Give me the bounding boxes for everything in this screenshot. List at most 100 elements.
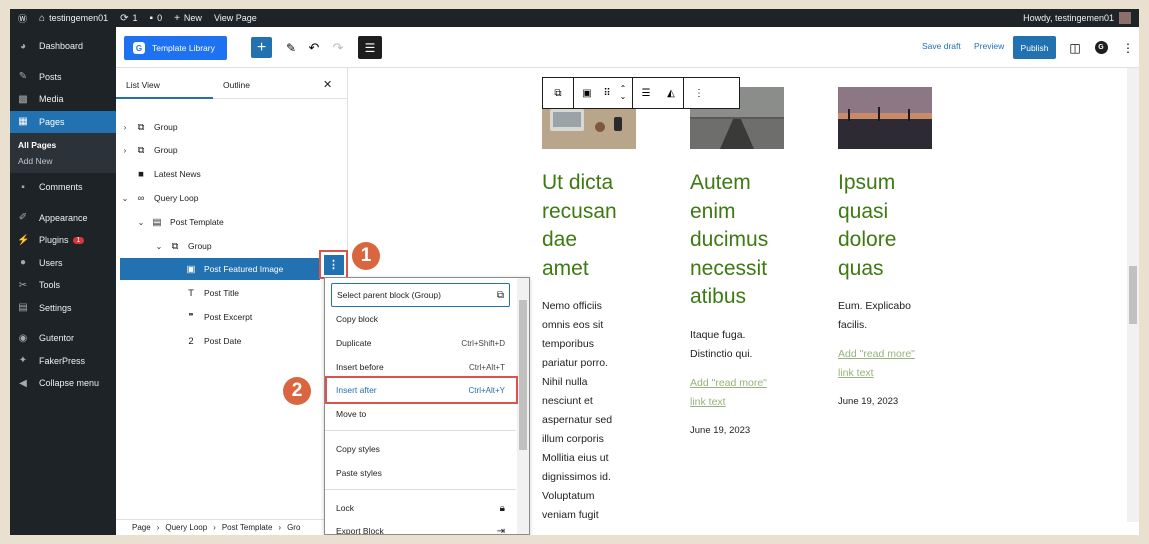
- copy-styles-menu-item[interactable]: Copy styles: [331, 439, 510, 459]
- site-name-link[interactable]: ⌂ testingemen01: [39, 13, 108, 24]
- breadcrumb-item[interactable]: Gro: [287, 523, 300, 532]
- new-content-link[interactable]: + New: [174, 13, 202, 24]
- view-page-link[interactable]: View Page: [214, 13, 257, 23]
- collapse-menu-button[interactable]: ◀ Collapse menu: [10, 372, 116, 395]
- sidebar-item-fakerpress[interactable]: ✦ FakerPress: [10, 350, 116, 373]
- chevron-right-icon[interactable]: ›: [120, 123, 130, 132]
- post-excerpt[interactable]: Nemo officiis omnis eos sit temporibus p…: [542, 297, 636, 525]
- sidebar-item-pages[interactable]: ▦ Pages: [10, 110, 116, 133]
- account-menu[interactable]: Howdy, testingemen01: [1023, 12, 1131, 24]
- insert-before-menu-item[interactable]: Insert before Ctrl+Alt+T: [331, 357, 510, 377]
- post-excerpt[interactable]: Itaque fuga. Distinctio qui.: [690, 326, 784, 364]
- canvas-scrollbar[interactable]: [1127, 68, 1139, 522]
- sidebar-item-plugins[interactable]: ⚡ Plugins 1: [10, 229, 116, 252]
- tree-row-post-featured-image[interactable]: ▣ Post Featured Image: [120, 258, 320, 280]
- tree-row-group-3[interactable]: ⌄ ⧉ Group: [120, 235, 348, 257]
- tree-row-post-template[interactable]: ⌄ ▤ Post Template: [120, 211, 348, 233]
- scrollbar-thumb[interactable]: [1129, 266, 1137, 324]
- menu-scrollbar[interactable]: [517, 278, 529, 534]
- block-options-button[interactable]: ⋮: [684, 78, 714, 108]
- select-parent-button[interactable]: ⧉: [543, 78, 573, 108]
- overlay-button[interactable]: ◭: [659, 78, 683, 108]
- chevron-down-icon[interactable]: ⌄: [120, 194, 130, 203]
- list-view-toggle-button[interactable]: ☰: [358, 36, 382, 59]
- editor-toolbar: G Template Library + ✎ ↶ ↷ ☰ Save draft P…: [116, 27, 1139, 68]
- redo-button[interactable]: ↷: [329, 37, 347, 58]
- scrollbar-thumb[interactable]: [519, 300, 527, 450]
- undo-button[interactable]: ↶: [305, 37, 323, 58]
- settings-sidebar-button[interactable]: ◫: [1066, 37, 1084, 58]
- chevron-down-icon[interactable]: ⌄: [136, 218, 146, 227]
- breadcrumb-item[interactable]: Page: [132, 523, 151, 532]
- plus-icon: +: [174, 12, 180, 24]
- read-more-link[interactable]: Add "read more" link text: [690, 374, 784, 412]
- tree-row-post-excerpt[interactable]: ❞ Post Excerpt: [120, 306, 348, 328]
- post-title[interactable]: Autem enim ducimus necessit atibus: [690, 169, 784, 312]
- updates-link[interactable]: ⟳ 1: [120, 13, 137, 24]
- sidebar-item-posts[interactable]: ✎ Posts: [10, 66, 116, 89]
- drag-handle[interactable]: ⠿: [600, 78, 614, 108]
- block-type-button[interactable]: ▣: [574, 78, 600, 108]
- paste-styles-menu-item[interactable]: Paste styles: [331, 463, 510, 483]
- breadcrumb-item[interactable]: Post Template: [222, 523, 273, 532]
- comments-link[interactable]: ▪ 0: [150, 13, 163, 24]
- lock-menu-item[interactable]: Lock 🔒︎: [331, 498, 510, 518]
- chevron-right-icon[interactable]: ›: [120, 146, 130, 155]
- more-vertical-icon[interactable]: ⋮: [323, 254, 344, 275]
- sidebar-item-media[interactable]: ▩ Media: [10, 88, 116, 111]
- preview-button[interactable]: Preview: [974, 41, 1004, 51]
- tree-row-post-date[interactable]: 2 Post Date: [120, 330, 348, 352]
- chevron-down-icon[interactable]: ⌄: [154, 242, 164, 251]
- post-date[interactable]: June 19, 2023: [690, 425, 784, 436]
- options-button[interactable]: ⋮: [1120, 37, 1136, 58]
- template-library-button[interactable]: G Template Library: [124, 36, 227, 60]
- add-block-button[interactable]: +: [251, 37, 272, 58]
- close-icon[interactable]: ✕: [323, 78, 332, 91]
- submenu-all-pages[interactable]: All Pages: [10, 137, 116, 153]
- post-card-2: Autem enim ducimus necessit atibus Itaqu…: [690, 87, 784, 436]
- wordpress-logo-icon[interactable]: Ⓦ: [18, 12, 27, 25]
- submenu-add-new[interactable]: Add New: [10, 153, 116, 169]
- sidebar-item-comments[interactable]: ▪ Comments: [10, 176, 116, 199]
- post-featured-image[interactable]: [838, 87, 932, 149]
- tree-row-query-loop[interactable]: ⌄ ∞ Query Loop: [120, 187, 348, 209]
- select-parent-menu-item[interactable]: Select parent block (Group) ⧉: [331, 283, 510, 307]
- read-more-link[interactable]: Add "read more" link text: [838, 345, 932, 383]
- chevron-down-icon[interactable]: ⌄: [620, 93, 627, 101]
- layout-icon: ▤: [152, 216, 162, 228]
- duplicate-menu-item[interactable]: Duplicate Ctrl+Shift+D: [331, 333, 510, 353]
- copy-block-menu-item[interactable]: Copy block: [331, 309, 510, 329]
- sidebar-item-dashboard[interactable]: ◕ Dashboard: [10, 35, 116, 58]
- post-date[interactable]: June 19, 2023: [838, 396, 932, 407]
- contrast-icon: ◭: [667, 87, 675, 99]
- tools-button[interactable]: ✎: [282, 37, 300, 58]
- export-block-menu-item[interactable]: Export Block ⇥: [331, 521, 510, 535]
- gutentor-logo-icon: G: [133, 42, 145, 54]
- sidebar-item-tools[interactable]: ✂ Tools: [10, 274, 116, 297]
- tree-row-group-2[interactable]: › ⧉ Group: [120, 139, 348, 161]
- sidebar-item-appearance[interactable]: ✐ Appearance: [10, 207, 116, 230]
- chevron-right-icon: ›: [156, 523, 160, 532]
- post-title[interactable]: Ut dicta recusan dae amet: [542, 169, 636, 283]
- move-buttons[interactable]: ⌃ ⌄: [614, 78, 632, 108]
- save-draft-button[interactable]: Save draft: [922, 41, 961, 51]
- breadcrumb-item[interactable]: Query Loop: [165, 523, 207, 532]
- post-title[interactable]: Ipsum quasi dolore quas: [838, 169, 932, 283]
- sidebar-item-gutentor[interactable]: ◉ Gutentor: [10, 327, 116, 350]
- publish-button[interactable]: Publish: [1013, 36, 1056, 59]
- gutentor-button[interactable]: G: [1092, 37, 1110, 58]
- tree-row-group-1[interactable]: › ⧉ Group: [120, 116, 348, 138]
- tab-list-view[interactable]: List View: [126, 80, 160, 90]
- sidebar-item-users[interactable]: ● Users: [10, 252, 116, 275]
- post-excerpt[interactable]: Eum. Explicabo facilis.: [838, 297, 932, 335]
- sidebar-item-settings[interactable]: ▤ Settings: [10, 297, 116, 320]
- move-to-menu-item[interactable]: Move to: [331, 404, 510, 424]
- tab-outline[interactable]: Outline: [223, 80, 250, 90]
- align-button[interactable]: ☰: [633, 78, 659, 108]
- avatar: [1119, 12, 1131, 24]
- admin-sidebar: ◕ Dashboard ✎ Posts ▩ Media ▦ Pages All Page…: [10, 27, 116, 535]
- pages-submenu: All Pages Add New: [10, 133, 116, 173]
- row-options-highlight[interactable]: ⋮: [319, 250, 348, 279]
- tree-row-post-title[interactable]: T Post Title: [120, 282, 348, 304]
- tree-row-latest-news[interactable]: ■ Latest News: [120, 163, 348, 185]
